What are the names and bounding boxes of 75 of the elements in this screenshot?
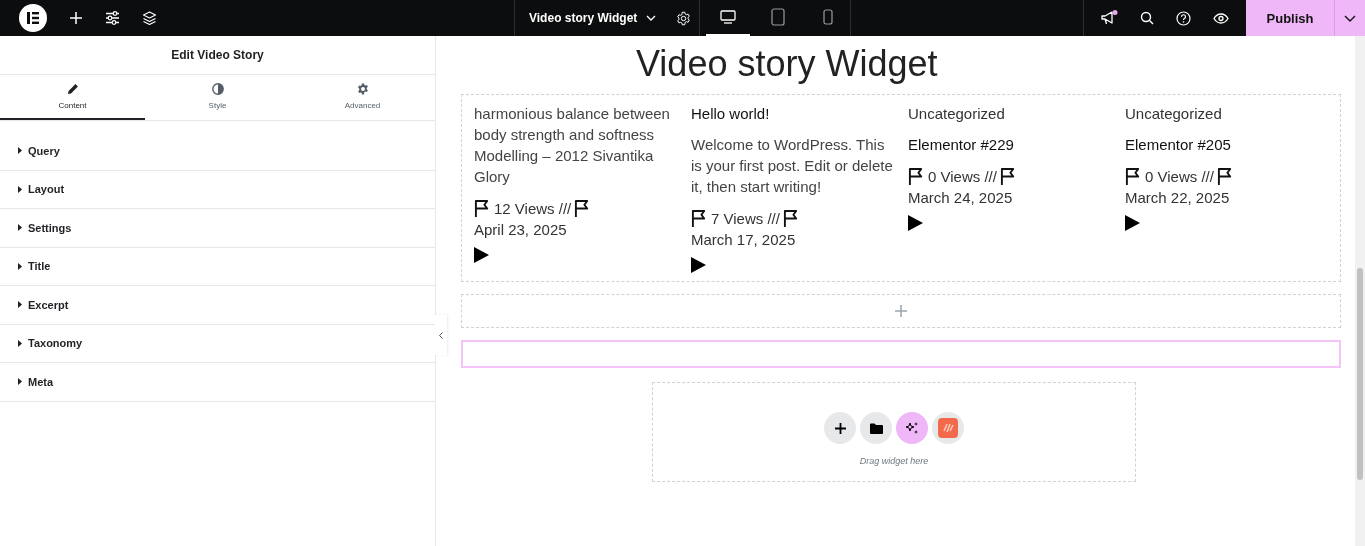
sliders-icon[interactable] xyxy=(105,11,120,25)
play-icon[interactable] xyxy=(691,257,706,273)
panel-tab[interactable]: Advanced xyxy=(290,75,435,120)
search-icon[interactable] xyxy=(1140,11,1154,25)
flag-icon xyxy=(782,208,800,228)
post-category: Uncategorized xyxy=(908,104,1005,124)
panel-tab[interactable]: Style xyxy=(145,75,290,120)
preview-eye-icon[interactable] xyxy=(1213,12,1229,24)
flag-icon xyxy=(999,166,1017,186)
folder-icon xyxy=(869,422,883,434)
chevron-down-icon xyxy=(1344,14,1356,22)
page-title-button[interactable]: Video story Widget xyxy=(529,11,657,25)
scrollbar-thumb[interactable] xyxy=(1357,268,1363,480)
post-excerpt: Welcome to WordPress. This is your first post. Edit or delete it, then start writing! xyxy=(691,135,894,197)
flag-icon xyxy=(908,166,925,186)
settings-icon[interactable] xyxy=(676,10,692,26)
help-icon[interactable] xyxy=(1176,10,1191,26)
section-header[interactable]: Settings xyxy=(0,209,435,248)
layers-icon[interactable] xyxy=(142,10,157,26)
section-header[interactable]: Excerpt xyxy=(0,286,435,325)
caret-right-icon xyxy=(18,301,22,309)
flag-icon xyxy=(1216,166,1234,186)
add-icon xyxy=(834,422,846,434)
mobile-icon xyxy=(823,9,833,25)
post-date: April 23, 2025 xyxy=(474,220,567,240)
widget-heading: Video story Widget xyxy=(636,42,938,86)
caret-right-icon xyxy=(18,339,22,347)
section-header[interactable]: Meta xyxy=(0,363,435,402)
play-icon[interactable] xyxy=(474,247,489,263)
chevron-down-icon xyxy=(646,15,657,21)
section-header[interactable]: Query xyxy=(0,132,435,171)
caret-right-icon xyxy=(18,378,22,386)
view-count: 12 Views /// xyxy=(494,199,572,217)
post-date: March 22, 2025 xyxy=(1125,188,1230,208)
panel-title: Edit Video Story xyxy=(0,36,435,75)
publish-options-button[interactable] xyxy=(1334,0,1365,36)
post-category: Uncategorized xyxy=(1125,104,1222,124)
view-count: 0 Views /// xyxy=(1145,167,1214,185)
post-excerpt: harmonious balance between body strength and softness Modelling – 2012 Sivantika Glory xyxy=(474,104,671,187)
post-date: March 24, 2025 xyxy=(908,188,1013,208)
play-icon[interactable] xyxy=(1125,215,1140,231)
view-count: 7 Views /// xyxy=(711,209,780,227)
desktop-icon xyxy=(720,10,736,24)
publish-button[interactable]: Publish xyxy=(1246,0,1334,36)
template-library-button[interactable] xyxy=(860,412,892,444)
post-title[interactable]: Elementor #229 xyxy=(908,134,1014,155)
scrollbar[interactable] xyxy=(1355,36,1365,546)
panel-tab[interactable]: Content xyxy=(0,75,145,120)
caret-right-icon xyxy=(18,147,22,155)
caret-right-icon xyxy=(18,224,22,232)
section-header[interactable]: Taxonomy xyxy=(0,324,435,363)
tablet-icon xyxy=(771,8,785,26)
drop-hint: Drag widget here xyxy=(859,456,929,466)
add-section-button[interactable] xyxy=(824,412,856,444)
post-title[interactable]: Hello world! xyxy=(691,103,770,124)
caret-right-icon xyxy=(18,185,22,193)
post-date: March 17, 2025 xyxy=(691,230,796,250)
play-icon[interactable] xyxy=(908,215,923,231)
section-header[interactable]: Layout xyxy=(0,170,435,209)
chevron-left-icon xyxy=(439,331,443,339)
view-count: 0 Views /// xyxy=(928,167,997,185)
caret-right-icon xyxy=(18,262,22,270)
gear-icon xyxy=(356,83,369,95)
megaphone-icon[interactable] xyxy=(1100,10,1118,26)
ai-button[interactable] xyxy=(896,412,928,444)
flag-icon xyxy=(691,208,708,228)
post-title[interactable]: Elementor #205 xyxy=(1125,134,1231,155)
flag-icon xyxy=(474,198,491,218)
contrast-icon xyxy=(211,83,224,95)
waveform-logo-icon xyxy=(938,418,958,438)
sparkle-icon xyxy=(905,421,919,435)
pencil-icon xyxy=(66,83,79,95)
section-header[interactable]: Title xyxy=(0,247,435,286)
logo-icon[interactable] xyxy=(19,4,47,32)
flag-icon xyxy=(1125,166,1142,186)
